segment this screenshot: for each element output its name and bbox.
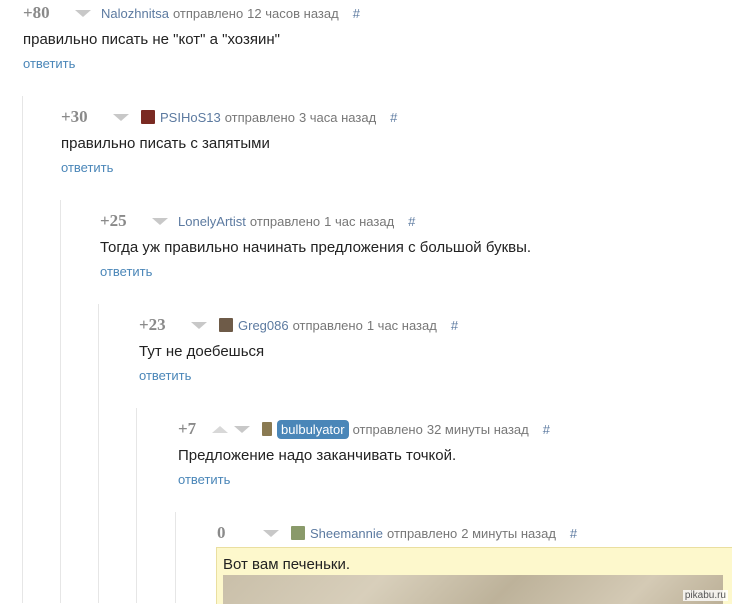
comment-header: +30 PSIHoS13 отправлено 3 часа назад #	[61, 105, 397, 129]
comment-header: +80 Nalozhnitsa отправлено 12 часов наза…	[23, 1, 360, 25]
permalink[interactable]: #	[353, 6, 360, 21]
comment-header: +23 Greg086 отправлено 1 час назад #	[139, 313, 458, 337]
thread-line-3	[98, 304, 99, 603]
sent-label: отправлено	[387, 525, 458, 541]
comment-time: 2 минуты назад	[461, 525, 556, 541]
permalink[interactable]: #	[543, 422, 550, 437]
comment-text: правильно писать не "кот" а "хозяин"	[23, 31, 280, 48]
reply-link[interactable]: ответить	[23, 56, 75, 71]
thread-line-2	[60, 200, 61, 603]
avatar	[262, 422, 272, 436]
comment-time: 3 часа назад	[298, 109, 377, 125]
rating: +80	[23, 3, 50, 22]
rating: +30	[61, 107, 88, 126]
vote-down-icon[interactable]	[263, 529, 279, 537]
vote-down-icon[interactable]	[234, 425, 250, 433]
vote-up-icon[interactable]	[212, 425, 228, 433]
vote-down-icon[interactable]	[75, 9, 91, 17]
vote-down-icon[interactable]	[191, 321, 207, 329]
author-link[interactable]: bulbulyator	[277, 419, 349, 439]
rating: +25	[100, 211, 127, 230]
comment-header: 0 Sheemannie отправлено 2 минуты назад #	[217, 521, 577, 545]
thread-line-4	[136, 408, 137, 603]
permalink[interactable]: #	[408, 214, 415, 229]
comment-text: правильно писать с запятыми	[61, 135, 270, 152]
watermark: pikabu.ru	[682, 590, 728, 601]
avatar	[291, 526, 305, 540]
attached-image[interactable]	[223, 575, 723, 604]
comment-time: 1 час назад	[366, 317, 437, 333]
avatar	[141, 110, 155, 124]
reply-link[interactable]: ответить	[100, 264, 152, 279]
rating: +23	[139, 315, 166, 334]
author-link[interactable]: Sheemannie	[310, 526, 383, 541]
sent-label: отправлено	[224, 109, 295, 125]
sent-label: отправлено	[352, 421, 423, 437]
reply-link[interactable]: ответить	[61, 160, 113, 175]
comment-text: Предложение надо заканчивать точкой.	[178, 447, 457, 464]
thread-line-1	[22, 96, 23, 603]
permalink[interactable]: #	[451, 318, 458, 333]
comment-time: 1 час назад	[324, 213, 395, 229]
comment-header: +7 bulbulyator отправлено 32 минуты наза…	[178, 417, 550, 441]
comment-time: 32 минуты назад	[426, 421, 529, 437]
vote-down-icon[interactable]	[113, 113, 129, 121]
author-link[interactable]: LonelyArtist	[178, 214, 246, 229]
reply-link[interactable]: ответить	[139, 368, 191, 383]
comment-time: 12 часов назад	[247, 5, 339, 21]
comment-text: Вот вам печеньки.	[223, 556, 351, 573]
avatar	[219, 318, 233, 332]
comment-header: +25 LonelyArtist отправлено 1 час назад …	[100, 209, 415, 233]
rating: +7	[178, 419, 197, 438]
author-link[interactable]: Nalozhnitsa	[101, 6, 169, 21]
comment-text: Тогда уж правильно начинать предложения …	[100, 239, 532, 256]
sent-label: отправлено	[292, 317, 363, 333]
rating: 0	[217, 523, 226, 542]
sent-label: отправлено	[249, 213, 321, 229]
thread-line-5	[175, 512, 176, 603]
reply-link[interactable]: ответить	[178, 472, 230, 487]
author-link[interactable]: Greg086	[238, 318, 289, 333]
sent-label: отправлено	[172, 5, 244, 21]
comment-text: Тут не доебешься	[139, 343, 265, 360]
permalink[interactable]: #	[390, 110, 397, 125]
author-link[interactable]: PSIHoS13	[160, 110, 221, 125]
vote-down-icon[interactable]	[152, 217, 168, 225]
new-comment-body: Вот вам печеньки.	[216, 547, 732, 604]
permalink[interactable]: #	[570, 526, 577, 541]
